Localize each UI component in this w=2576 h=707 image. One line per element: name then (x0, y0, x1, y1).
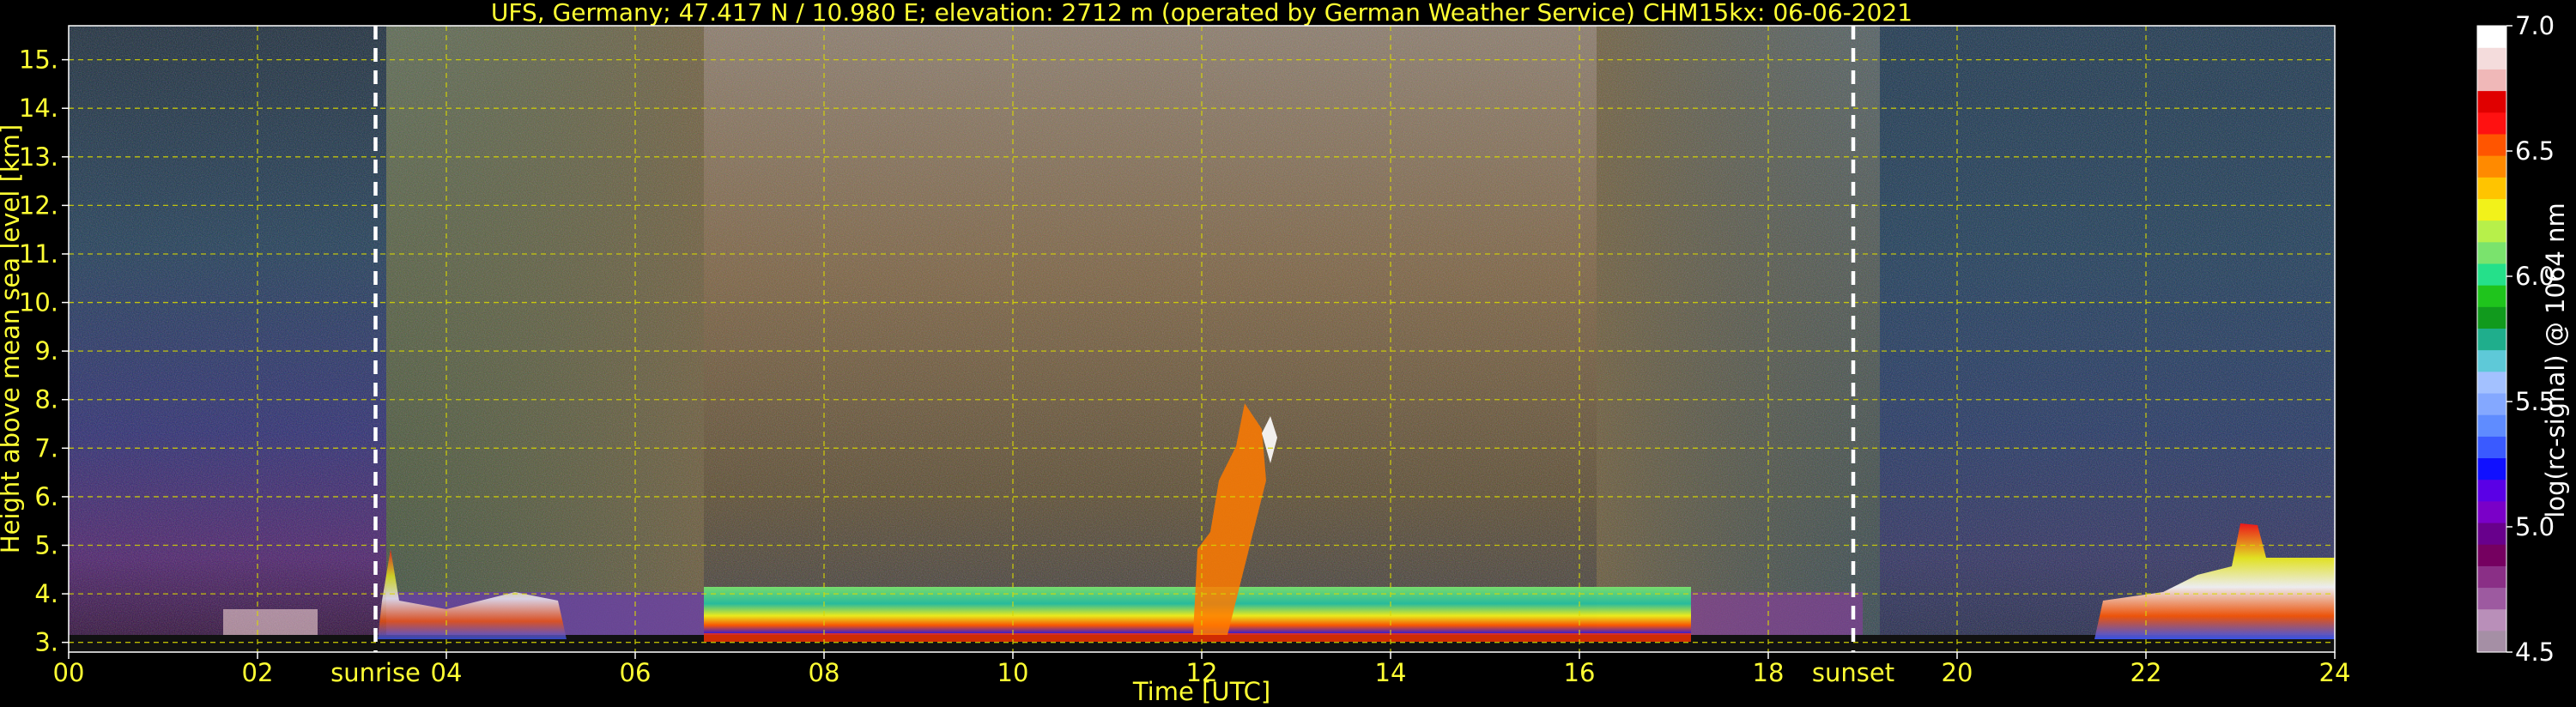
x-tick-label: 16 (1564, 658, 1596, 687)
colorbar-segment (2477, 177, 2506, 199)
colorbar-segment (2477, 457, 2506, 480)
colorbar-segment (2477, 155, 2506, 178)
colorbar-segment (2477, 436, 2506, 459)
x-tick-label: 00 (53, 658, 85, 687)
colorbar-segment (2477, 90, 2506, 113)
colorbar-segment (2477, 349, 2506, 372)
colorbar-segment (2477, 220, 2506, 243)
sunset-label: sunset (1812, 658, 1894, 687)
colorbar-tick-label: 7.0 (2515, 11, 2555, 40)
colorbar-segment (2477, 479, 2506, 502)
colorbar-segment (2477, 26, 2506, 48)
colorbar-segment (2477, 587, 2506, 610)
colorbar-tick-label: 6.5 (2515, 136, 2555, 166)
x-tick-label: 02 (242, 658, 274, 687)
y-tick-label: 15. (19, 45, 58, 75)
colorbar-segment (2477, 565, 2506, 589)
y-tick-label: 6. (34, 482, 58, 511)
y-tick-label: 9. (34, 336, 58, 366)
colorbar-segment (2477, 241, 2506, 264)
colorbar-segment (2477, 198, 2506, 221)
colorbar-segment (2477, 608, 2506, 631)
x-tick-label: 20 (1942, 658, 1973, 687)
y-tick-label: 3. (34, 628, 58, 657)
x-tick-label: 06 (620, 658, 652, 687)
colorbar-segment (2477, 328, 2506, 351)
colorbar-segment (2477, 263, 2506, 286)
colorbar-segment (2477, 285, 2506, 307)
x-axis-label: Time [UTC] (1132, 677, 1270, 706)
colorbar-segment (2477, 500, 2506, 523)
colorbar-segment (2477, 522, 2506, 545)
x-tick-label: 10 (997, 658, 1029, 687)
sunrise-label: sunrise (330, 658, 421, 687)
y-tick-label: 14. (19, 94, 58, 123)
colorbar-label: log(rc-signal) @ 1064 nm (2541, 202, 2570, 517)
y-tick-label: 4. (34, 579, 58, 608)
colorbar-segment (2477, 392, 2506, 415)
colorbar-segment (2477, 133, 2506, 156)
x-tick-label: 18 (1753, 658, 1785, 687)
y-tick-label: 5. (34, 531, 58, 560)
y-tick-label: 7. (34, 433, 58, 462)
x-tick-label: 24 (2319, 658, 2351, 687)
colorbar-segment (2477, 414, 2506, 437)
colorbar-segment (2477, 69, 2506, 92)
x-tick-label: 14 (1375, 658, 1407, 687)
y-axis: 3.4.5.6.7.8.9.10.11.12.13.14.15. (19, 45, 69, 657)
x-tick-label: 22 (2131, 658, 2162, 687)
colorbar-segment (2477, 47, 2506, 69)
chart-title: UFS, Germany; 47.417 N / 10.980 E; eleva… (491, 0, 1912, 27)
colorbar-segment (2477, 371, 2506, 394)
lidar-quicklook-chart: UFS, Germany; 47.417 N / 10.980 E; eleva… (0, 0, 2570, 706)
colorbar-segment (2477, 630, 2506, 653)
x-tick-label: 08 (809, 658, 840, 687)
colorbar-tick-label: 4.5 (2515, 638, 2555, 667)
y-axis-label: Height above mean sea level [km] (0, 124, 25, 553)
y-tick-label: 8. (34, 385, 58, 414)
colorbar-segment (2477, 112, 2506, 135)
colorbar-segment (2477, 306, 2506, 329)
colorbar-segment (2477, 544, 2506, 566)
colorbar (2476, 25, 2507, 653)
x-tick-label: 04 (431, 658, 463, 687)
